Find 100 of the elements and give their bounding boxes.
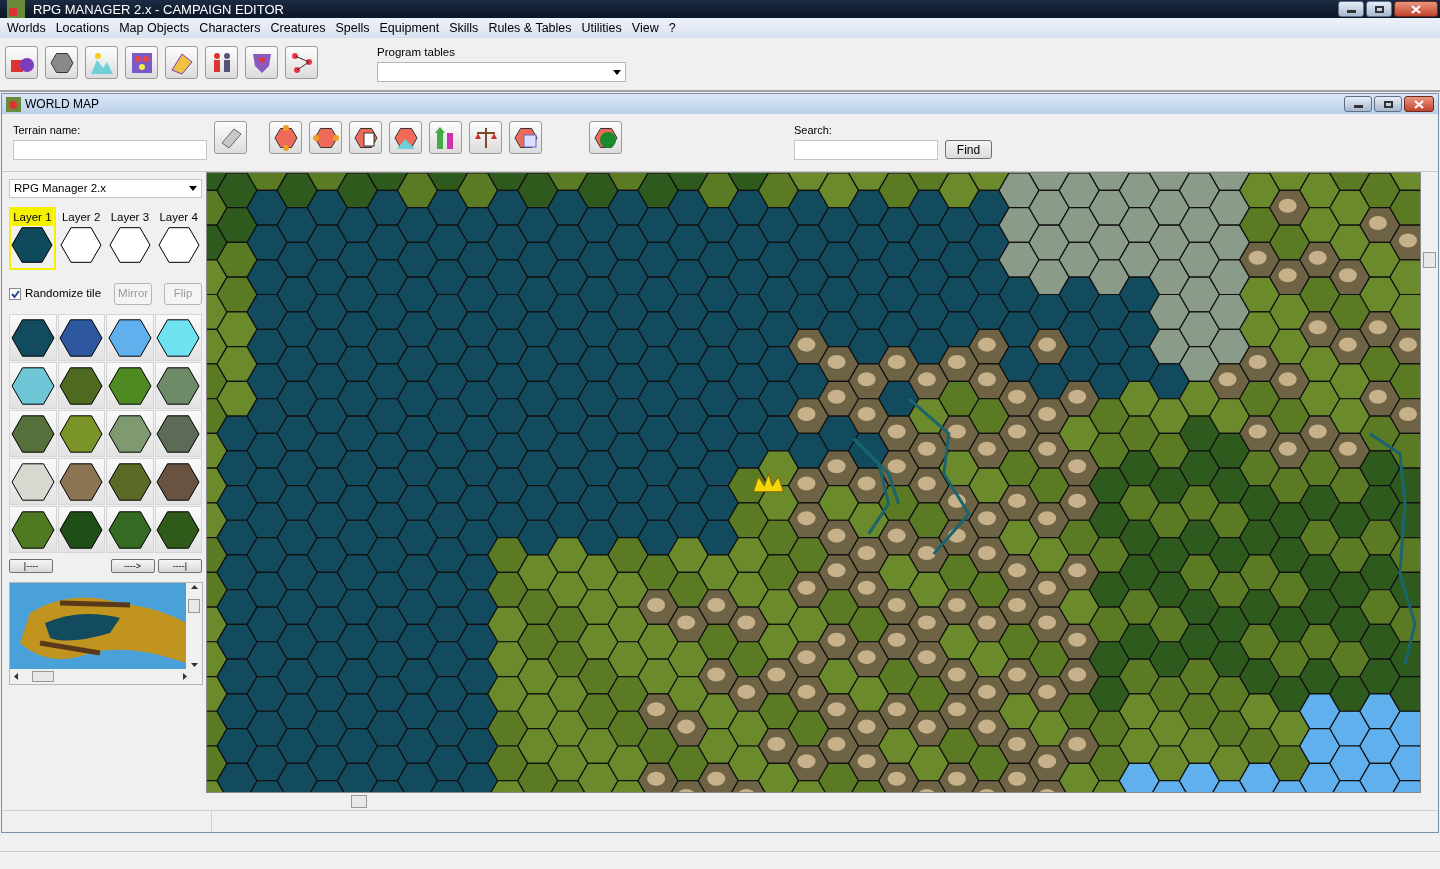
- terrain-tile-button[interactable]: [9, 506, 57, 553]
- search-field[interactable]: [794, 139, 938, 160]
- terrain-tile-button[interactable]: [57, 458, 105, 505]
- terrain-tile-button[interactable]: [154, 506, 202, 553]
- terrain-hex-icon: [156, 509, 201, 550]
- hex-map-drawing[interactable]: [207, 173, 1420, 792]
- terrain-tile-button[interactable]: [9, 410, 57, 457]
- nav-button[interactable]: ---->: [110, 559, 155, 573]
- toolbar-button[interactable]: [285, 46, 318, 79]
- scroll-up-arrow-icon: [190, 585, 198, 589]
- terrain-hex-icon: [59, 461, 104, 502]
- terrain-tile-button[interactable]: [9, 362, 57, 409]
- close-button[interactable]: [1404, 96, 1434, 112]
- toolbar-button[interactable]: [269, 121, 302, 154]
- toolbar-button[interactable]: [349, 121, 382, 154]
- minimize-button[interactable]: [1338, 1, 1364, 17]
- nav-button[interactable]: |----: [9, 559, 53, 573]
- terrain-tile-button[interactable]: [106, 458, 154, 505]
- menu-item[interactable]: Spells: [330, 18, 375, 38]
- terrain-tile-button[interactable]: [106, 314, 154, 361]
- terrain-tile-button[interactable]: [9, 458, 57, 505]
- menu-item[interactable]: View: [626, 18, 664, 38]
- scroll-right-arrow-icon: [183, 673, 187, 680]
- menu-item[interactable]: Rules & Tables: [483, 18, 577, 38]
- window-title: RPG MANAGER 2.x - CAMPAIGN EDITOR: [33, 2, 284, 16]
- maximize-button[interactable]: [1374, 96, 1402, 112]
- menu-item[interactable]: Skills: [444, 18, 484, 38]
- caret-icon: [613, 69, 621, 75]
- terrain-hex-icon: [59, 317, 104, 358]
- terrain-tile-button[interactable]: [57, 506, 105, 553]
- menu-item[interactable]: Creatures: [265, 18, 331, 38]
- terrain-tile-button[interactable]: [57, 362, 105, 409]
- scroll-thumb[interactable]: [188, 599, 200, 613]
- minimize-button[interactable]: [1344, 96, 1372, 112]
- terrain-tile-button[interactable]: [154, 458, 202, 505]
- terrain-hex-icon: [107, 365, 152, 406]
- terrain-hex-icon: [10, 461, 55, 502]
- terrain-hex-icon: [107, 509, 152, 550]
- terrain-hex-icon: [10, 365, 55, 406]
- scroll-thumb[interactable]: [32, 671, 54, 682]
- terrain-tile-button[interactable]: [57, 410, 105, 457]
- nav-button[interactable]: ----|: [158, 559, 202, 573]
- close-icon: [1414, 99, 1424, 109]
- menu-item[interactable]: Locations: [50, 18, 115, 38]
- toolbar-button[interactable]: [589, 121, 622, 154]
- close-button[interactable]: [1394, 1, 1438, 17]
- close-icon: [1411, 4, 1421, 14]
- toolbar-button[interactable]: [125, 46, 158, 79]
- terrain-tile-button[interactable]: [9, 314, 57, 361]
- layer-label: Layer 2: [60, 210, 102, 225]
- scroll-thumb[interactable]: [1423, 252, 1436, 268]
- menu-item[interactable]: Characters: [194, 18, 266, 38]
- terrain-hex-icon: [59, 413, 104, 454]
- child-window-title: WORLD MAP: [25, 96, 99, 113]
- terrain-hex-icon: [59, 509, 104, 550]
- toolbar-button[interactable]: [205, 46, 238, 79]
- terrain-tile-button[interactable]: [154, 362, 202, 409]
- terrain-hex-icon: [156, 317, 201, 358]
- terrain-tile-button[interactable]: [154, 314, 202, 361]
- crown-icon: [752, 473, 784, 493]
- toolbar-button[interactable]: [5, 46, 38, 79]
- layer-slot[interactable]: Layer 2: [57, 207, 105, 270]
- toolbar-button[interactable]: [45, 46, 78, 79]
- minimap-drawing[interactable]: [10, 583, 186, 669]
- minimap-scrollbar[interactable]: [186, 583, 202, 669]
- restore-icon: [1374, 5, 1384, 13]
- toolbar-button[interactable]: [309, 121, 342, 154]
- terrain-hex-icon: [107, 413, 152, 454]
- randomize-checkbox[interactable]: [9, 288, 21, 300]
- terrain-tile-button[interactable]: [106, 410, 154, 457]
- menu-item[interactable]: ?: [663, 18, 681, 38]
- terrain-tile-button[interactable]: [57, 314, 105, 361]
- terrain-tile-button[interactable]: [106, 506, 154, 553]
- menu-item[interactable]: Map Objects: [114, 18, 195, 38]
- toolbar-button[interactable]: [389, 121, 422, 154]
- terrain-tile-button[interactable]: [154, 410, 202, 457]
- scroll-thumb[interactable]: [351, 795, 367, 808]
- toolbar-button[interactable]: [469, 121, 502, 154]
- restore-icon: [1383, 100, 1393, 108]
- minimize-icon: [1346, 10, 1356, 13]
- layer-slot[interactable]: Layer 4: [155, 207, 202, 270]
- terrain-hex-icon: [107, 317, 152, 358]
- terrain-name-field[interactable]: [13, 139, 207, 160]
- menu-item[interactable]: Equipment: [374, 18, 445, 38]
- menu-item[interactable]: Worlds: [2, 18, 51, 38]
- layer-label: Layer 1: [12, 209, 53, 227]
- minimap-hscrollbar[interactable]: [10, 669, 202, 684]
- layer-slot[interactable]: Layer 3: [106, 207, 154, 270]
- menu-item[interactable]: Utilities: [576, 18, 627, 38]
- layer-slot[interactable]: Layer 1: [9, 207, 56, 270]
- layer-label: Layer 3: [109, 210, 151, 225]
- maximize-button[interactable]: [1366, 1, 1392, 17]
- toolbar-button[interactable]: [509, 121, 542, 154]
- find-button[interactable]: Find: [945, 140, 992, 159]
- terrain-hex-icon: [59, 365, 104, 406]
- tileset-dropdown[interactable]: RPG Manager 2.x: [9, 179, 202, 198]
- field-label: Search:: [794, 123, 833, 138]
- eraser-button[interactable]: [214, 121, 247, 154]
- terrain-tile-button[interactable]: [106, 362, 154, 409]
- layer-label: Layer 4: [158, 210, 199, 225]
